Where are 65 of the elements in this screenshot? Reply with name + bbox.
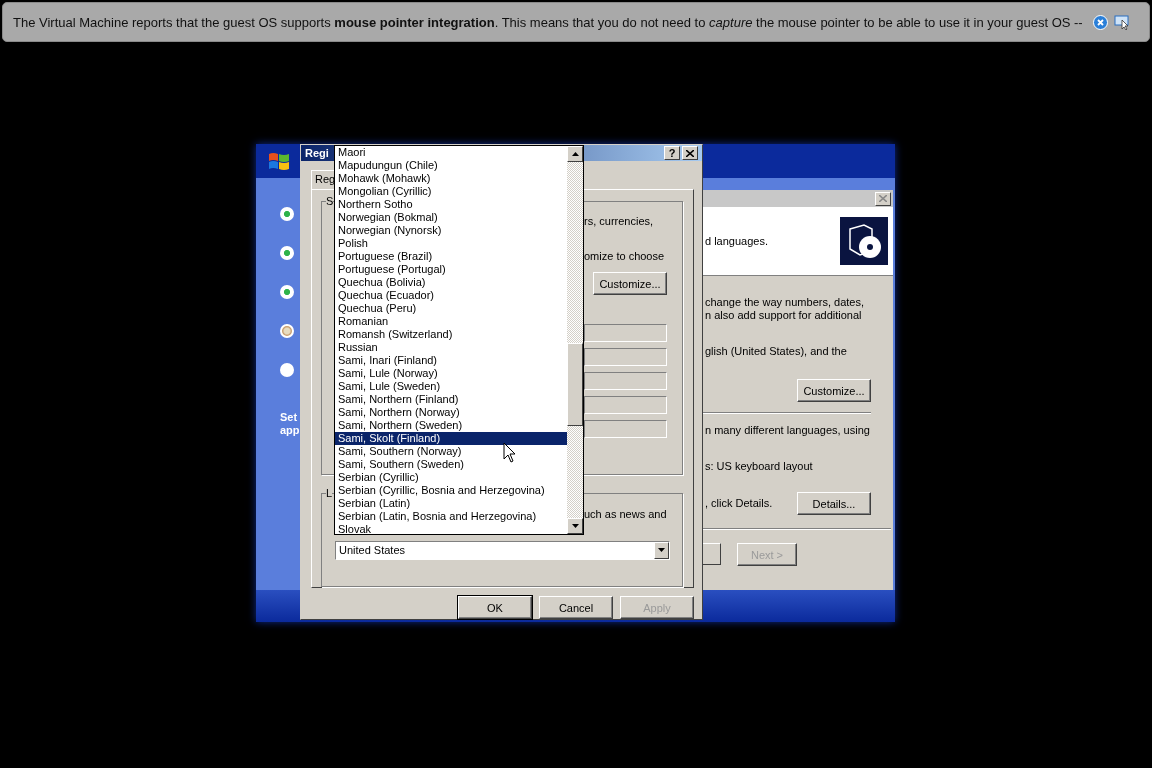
scrollbar-thumb[interactable] <box>567 343 583 426</box>
help-button[interactable]: ? <box>664 146 680 160</box>
group-label: S <box>326 195 334 207</box>
customize-button[interactable]: Customize... <box>797 379 871 402</box>
mouse-integration-icon[interactable] <box>1113 14 1130 30</box>
list-item[interactable]: Sami, Northern (Norway) <box>335 406 567 419</box>
description-text: change the way numbers, dates, <box>704 296 864 309</box>
group-label: L <box>326 486 333 499</box>
list-item[interactable]: Sami, Northern (Sweden) <box>335 419 567 432</box>
software-box-icon <box>840 217 888 265</box>
description-text: s: US keyboard layout <box>704 460 813 473</box>
list-item[interactable]: Sami, Southern (Norway) <box>335 445 567 458</box>
notification-text: The Virtual Machine reports that the guest OS supports mouse pointer integration. This means that you do not need to capture the mouse pointer to be able to use it in your guest OS -- <box>13 14 1083 30</box>
list-item[interactable]: Serbian (Latin, Bosnia and Herzegovina) <box>335 510 567 523</box>
list-item[interactable]: Maori <box>335 146 567 159</box>
mouse-pointer-icon <box>503 442 516 463</box>
windows-logo-icon <box>268 151 290 171</box>
list-item[interactable]: Northern Sotho <box>335 198 567 211</box>
close-button[interactable] <box>682 146 698 160</box>
list-item[interactable]: Russian <box>335 341 567 354</box>
close-icon <box>686 149 694 157</box>
list-item[interactable]: Portuguese (Brazil) <box>335 250 567 263</box>
close-icon <box>879 195 887 202</box>
list-item[interactable]: Serbian (Cyrillic, Bosnia and Herzegovina) <box>335 484 567 497</box>
dialog-button[interactable]: OK <box>458 596 532 619</box>
details-button[interactable]: Details... <box>797 492 871 515</box>
list-item[interactable]: Sami, Northern (Finland) <box>335 393 567 406</box>
dropdown-arrow-icon[interactable] <box>658 548 665 553</box>
list-item[interactable]: Polish <box>335 237 567 250</box>
list-item[interactable]: Romanian <box>335 315 567 328</box>
list-item[interactable]: Sami, Southern (Sweden) <box>335 458 567 471</box>
scroll-up-icon[interactable] <box>571 152 579 156</box>
step-text: Set <box>280 411 298 424</box>
list-item[interactable]: Sami, Lule (Sweden) <box>335 380 567 393</box>
list-item[interactable]: Quechua (Bolivia) <box>335 276 567 289</box>
list-item[interactable]: Quechua (Ecuador) <box>335 289 567 302</box>
description-text: uch as news and <box>584 507 667 521</box>
list-item[interactable]: Norwegian (Bokmal) <box>335 211 567 224</box>
description-text: , click Details. <box>704 497 773 510</box>
description-text: glish (United States), and the <box>704 345 847 358</box>
dialog-button[interactable]: Cancel <box>539 596 613 619</box>
description-text: n many different languages, using <box>704 424 870 437</box>
list-item[interactable]: Mapudungun (Chile) <box>335 159 567 172</box>
step-text: app <box>280 424 300 437</box>
list-item[interactable]: Sami, Inari (Finland) <box>335 354 567 367</box>
window-title: Regi <box>305 147 329 159</box>
list-item[interactable]: Portuguese (Portugal) <box>335 263 567 276</box>
list-item[interactable]: Norwegian (Nynorsk) <box>335 224 567 237</box>
customize-button[interactable]: Customize... <box>593 272 667 295</box>
list-item[interactable]: Slovak <box>335 523 567 536</box>
list-item[interactable]: Serbian (Latin) <box>335 497 567 510</box>
header-text: d languages. <box>704 234 768 248</box>
list-item[interactable]: Sami, Skolt (Finland) <box>335 432 567 445</box>
scroll-down-icon[interactable] <box>571 524 579 528</box>
close-icon[interactable] <box>1092 14 1108 30</box>
location-dropdown[interactable]: United States <box>335 540 670 560</box>
list-item[interactable]: Quechua (Peru) <box>335 302 567 315</box>
list-item[interactable]: Sami, Lule (Norway) <box>335 367 567 380</box>
description-text: omize to choose <box>584 250 665 263</box>
list-item[interactable]: Serbian (Cyrillic) <box>335 471 567 484</box>
description-text: n also add support for additional <box>704 309 862 322</box>
description-text: rs, currencies, <box>584 215 654 228</box>
close-button[interactable] <box>875 191 891 206</box>
scrollbar[interactable] <box>567 146 583 534</box>
list-item[interactable]: Romansh (Switzerland) <box>335 328 567 341</box>
